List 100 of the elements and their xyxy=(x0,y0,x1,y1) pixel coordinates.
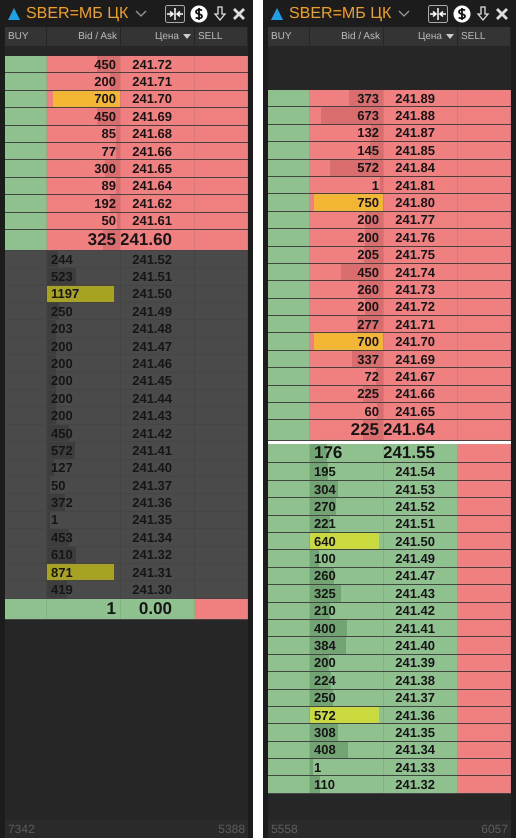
sell-cell[interactable] xyxy=(458,281,511,298)
sell-cell[interactable] xyxy=(458,637,511,654)
price-cell[interactable]: 241.62 xyxy=(121,195,195,212)
sell-cell[interactable] xyxy=(458,672,511,688)
sell-cell[interactable] xyxy=(195,424,248,442)
buy-cell[interactable] xyxy=(5,442,47,459)
triangle-icon[interactable] xyxy=(270,6,284,20)
collapse-arrows-icon[interactable] xyxy=(428,4,448,22)
price-cell[interactable]: 241.71 xyxy=(121,73,195,90)
sell-cell[interactable] xyxy=(458,194,511,211)
dollar-icon[interactable] xyxy=(453,4,471,22)
buy-cell[interactable] xyxy=(268,403,310,420)
price-cell[interactable]: 241.37 xyxy=(384,690,458,706)
sell-cell[interactable] xyxy=(195,476,248,494)
sell-cell[interactable] xyxy=(458,742,511,758)
sell-cell[interactable] xyxy=(458,246,511,263)
collapse-arrows-icon[interactable] xyxy=(165,4,185,22)
sell-cell[interactable] xyxy=(195,268,248,285)
buy-cell[interactable] xyxy=(5,564,47,580)
sell-cell[interactable] xyxy=(195,286,248,302)
price-cell[interactable]: 241.76 xyxy=(384,229,458,246)
price-cell[interactable]: 241.69 xyxy=(121,108,195,125)
buy-cell[interactable] xyxy=(268,620,310,636)
buy-cell[interactable] xyxy=(5,195,47,212)
price-cell[interactable]: 241.88 xyxy=(384,107,458,124)
sell-cell[interactable] xyxy=(195,230,248,250)
buy-cell[interactable] xyxy=(5,142,47,160)
sell-cell[interactable] xyxy=(458,498,511,515)
price-cell[interactable]: 241.75 xyxy=(384,246,458,263)
buy-cell[interactable] xyxy=(268,420,310,440)
price-cell[interactable]: 241.72 xyxy=(384,298,458,316)
price-cell[interactable]: 241.43 xyxy=(384,585,458,602)
price-cell[interactable]: 241.51 xyxy=(384,516,458,532)
sell-cell[interactable] xyxy=(458,298,511,316)
price-cell[interactable]: 241.60 xyxy=(121,230,195,250)
price-cell[interactable]: 241.71 xyxy=(384,316,458,332)
buy-cell[interactable] xyxy=(268,637,310,654)
price-cell[interactable]: 241.66 xyxy=(384,386,458,402)
sell-cell[interactable] xyxy=(458,124,511,142)
sell-cell[interactable] xyxy=(458,776,511,793)
buy-cell[interactable] xyxy=(268,229,310,246)
price-cell[interactable]: 241.61 xyxy=(121,212,195,229)
buy-cell[interactable] xyxy=(268,90,310,106)
buy-cell[interactable] xyxy=(268,107,310,124)
down-arrow-icon[interactable] xyxy=(476,6,490,22)
buy-cell[interactable] xyxy=(268,176,310,194)
sell-cell[interactable] xyxy=(458,142,511,159)
buy-cell[interactable] xyxy=(268,724,310,741)
buy-cell[interactable] xyxy=(5,476,47,494)
price-cell[interactable]: 0.00 xyxy=(121,598,195,619)
buy-cell[interactable] xyxy=(268,316,310,332)
triangle-icon[interactable] xyxy=(7,6,21,20)
sell-cell[interactable] xyxy=(195,546,248,563)
buy-cell[interactable] xyxy=(5,178,47,194)
sell-cell[interactable] xyxy=(458,368,511,385)
close-icon[interactable] xyxy=(232,6,246,20)
chevron-down-icon[interactable] xyxy=(398,10,410,18)
buy-cell[interactable] xyxy=(268,368,310,385)
buy-cell[interactable] xyxy=(268,776,310,793)
sell-cell[interactable] xyxy=(195,142,248,160)
sell-cell[interactable] xyxy=(458,724,511,741)
buy-cell[interactable] xyxy=(268,742,310,758)
price-cell[interactable]: 241.81 xyxy=(384,176,458,194)
price-cell[interactable]: 241.42 xyxy=(384,602,458,619)
sell-cell[interactable] xyxy=(195,564,248,580)
buy-cell[interactable] xyxy=(5,160,47,177)
price-cell[interactable]: 241.52 xyxy=(384,498,458,515)
price-cell[interactable]: 241.33 xyxy=(384,759,458,776)
sell-cell[interactable] xyxy=(195,108,248,125)
close-icon[interactable] xyxy=(495,6,509,20)
buy-cell[interactable] xyxy=(5,268,47,285)
buy-cell[interactable] xyxy=(5,230,47,250)
sell-cell[interactable] xyxy=(458,550,511,567)
price-cell[interactable]: 241.39 xyxy=(384,654,458,672)
buy-cell[interactable] xyxy=(5,73,47,90)
sell-cell[interactable] xyxy=(195,56,248,72)
sell-cell[interactable] xyxy=(458,706,511,724)
price-cell[interactable]: 241.47 xyxy=(384,568,458,584)
buy-cell[interactable] xyxy=(268,654,310,672)
buy-cell[interactable] xyxy=(5,126,47,142)
sell-cell[interactable] xyxy=(458,420,511,440)
column-header[interactable]: Bid / Ask xyxy=(310,27,384,46)
price-cell[interactable]: 241.70 xyxy=(384,333,458,350)
price-cell[interactable]: 241.34 xyxy=(384,742,458,758)
price-cell[interactable]: 241.35 xyxy=(384,724,458,741)
column-header[interactable]: SELL xyxy=(458,27,511,46)
sell-cell[interactable] xyxy=(458,107,511,124)
buy-cell[interactable] xyxy=(268,444,310,462)
buy-cell[interactable] xyxy=(5,529,47,546)
buy-cell[interactable] xyxy=(5,512,47,528)
buy-cell[interactable] xyxy=(5,581,47,598)
sell-cell[interactable] xyxy=(458,532,511,550)
price-cell[interactable]: 241.41 xyxy=(384,620,458,636)
buy-cell[interactable] xyxy=(5,303,47,320)
sell-cell[interactable] xyxy=(458,212,511,228)
sell-cell[interactable] xyxy=(195,442,248,459)
sell-cell[interactable] xyxy=(195,581,248,598)
price-cell[interactable]: 241.73 xyxy=(384,281,458,298)
sell-cell[interactable] xyxy=(195,390,248,406)
sell-cell[interactable] xyxy=(195,494,248,511)
